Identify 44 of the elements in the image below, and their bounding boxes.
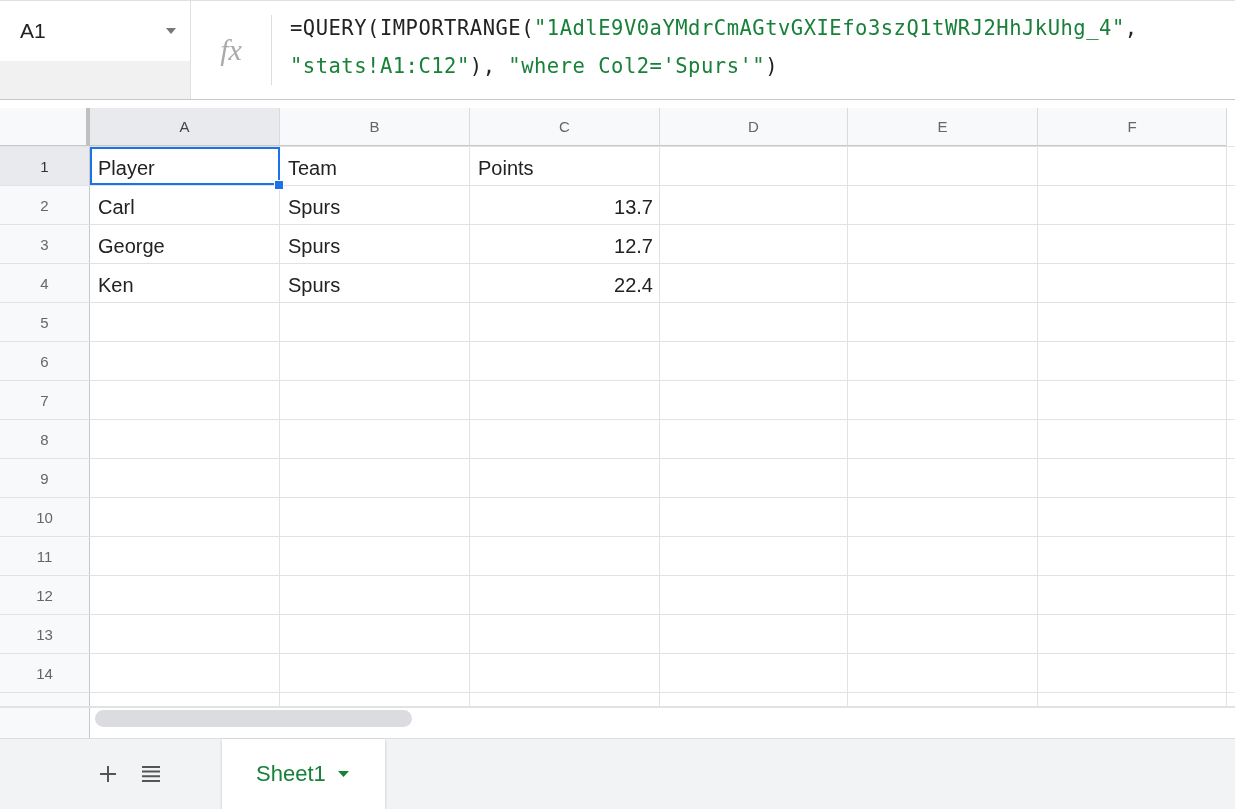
row-header[interactable]: 3 (0, 225, 90, 263)
table-cell[interactable]: Carl (90, 186, 280, 224)
table-cell[interactable]: 12.7 (470, 225, 660, 263)
row-header[interactable]: 4 (0, 264, 90, 302)
select-all-corner[interactable] (0, 108, 90, 146)
row-header[interactable]: 14 (0, 654, 90, 692)
table-cell[interactable]: Spurs (280, 264, 470, 302)
column-header[interactable]: A (90, 108, 280, 146)
formula-text[interactable]: =QUERY(IMPORTRANGE("1AdlE9V0aYMdrCmAGtvGXIEfo3szQ1tWRJ2HhJkUhg_4", "stats!A1:C12"), "where Col2='Spurs'") (272, 1, 1138, 99)
table-cell[interactable]: 22.4 (470, 264, 660, 302)
table-cell[interactable]: 13.7 (470, 186, 660, 224)
name-box[interactable]: A1 (0, 1, 191, 99)
row-header[interactable]: 1 (0, 147, 90, 185)
row-header[interactable]: 6 (0, 342, 90, 380)
column-header[interactable]: F (1038, 108, 1227, 146)
row-header[interactable]: 7 (0, 381, 90, 419)
row-header[interactable] (0, 693, 90, 706)
row-header[interactable]: 9 (0, 459, 90, 497)
add-sheet-icon[interactable] (100, 766, 116, 782)
column-header[interactable]: E (848, 108, 1038, 146)
scrollbar-thumb[interactable] (95, 710, 412, 727)
dropdown-icon (337, 771, 349, 777)
fill-handle[interactable] (274, 180, 284, 190)
row-header[interactable]: 11 (0, 537, 90, 575)
table-cell[interactable]: Spurs (280, 186, 470, 224)
column-header[interactable]: D (660, 108, 848, 146)
table-cell[interactable]: Team (280, 147, 470, 185)
row-header[interactable]: 8 (0, 420, 90, 458)
table-cell[interactable]: Ken (90, 264, 280, 302)
column-header[interactable]: B (280, 108, 470, 146)
column-header[interactable]: C (470, 108, 660, 146)
row-header[interactable]: 5 (0, 303, 90, 341)
sheet-list-icon[interactable] (142, 766, 160, 782)
row-header[interactable]: 10 (0, 498, 90, 536)
row-header[interactable]: 13 (0, 615, 90, 653)
table-cell[interactable]: Points (470, 147, 660, 185)
fx-label: fx (220, 33, 242, 67)
table-cell[interactable]: George (90, 225, 280, 263)
sheet-tab[interactable]: Sheet1 (222, 739, 385, 809)
row-header[interactable]: 12 (0, 576, 90, 614)
table-cell[interactable]: Spurs (280, 225, 470, 263)
row-header[interactable]: 2 (0, 186, 90, 224)
table-cell[interactable]: Player (90, 147, 280, 185)
dropdown-icon[interactable] (166, 28, 176, 34)
